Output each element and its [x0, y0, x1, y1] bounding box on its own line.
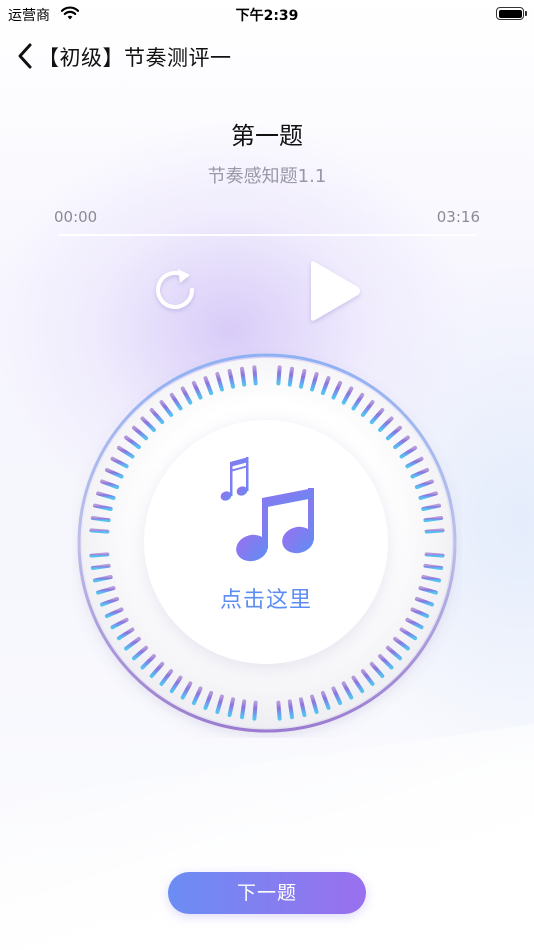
dial-tick — [90, 516, 111, 523]
play-icon[interactable] — [306, 258, 364, 324]
replay-icon[interactable] — [152, 266, 200, 316]
dial-tick — [423, 516, 444, 523]
dial-tick — [287, 366, 294, 387]
dial-tick — [90, 563, 111, 570]
dial-tick — [252, 700, 258, 721]
progress-bar[interactable] — [58, 234, 476, 236]
dial-tick — [276, 700, 282, 721]
dial-tick — [423, 563, 444, 570]
current-time: 00:00 — [54, 208, 98, 226]
next-question-button[interactable]: 下一题 — [168, 872, 366, 914]
page-title: 【初级】节奏测评一 — [38, 46, 232, 70]
dial-tick — [424, 552, 445, 558]
nav-bar: 【初级】节奏测评一 — [0, 36, 534, 76]
total-time: 03:16 — [436, 208, 480, 226]
dial-tick — [89, 528, 110, 534]
music-notes-icon — [220, 457, 314, 562]
dial-tick — [424, 528, 445, 534]
clock: 下午2:39 — [235, 8, 299, 24]
dial-tick — [89, 552, 110, 558]
battery-icon — [496, 7, 527, 20]
dial-tick — [240, 366, 247, 387]
dial-tick — [240, 699, 247, 720]
back-arrow-icon[interactable] — [14, 40, 38, 72]
tap-label: 点击这里 — [219, 588, 312, 613]
dial-tick — [276, 365, 282, 386]
question-subtitle: 节奏感知题1.1 — [207, 166, 327, 187]
status-bar: 运营商 下午2:39 — [0, 0, 534, 28]
dial-tick — [287, 699, 294, 720]
dial-tick — [252, 365, 258, 386]
question-title: 第一题 — [231, 122, 303, 150]
